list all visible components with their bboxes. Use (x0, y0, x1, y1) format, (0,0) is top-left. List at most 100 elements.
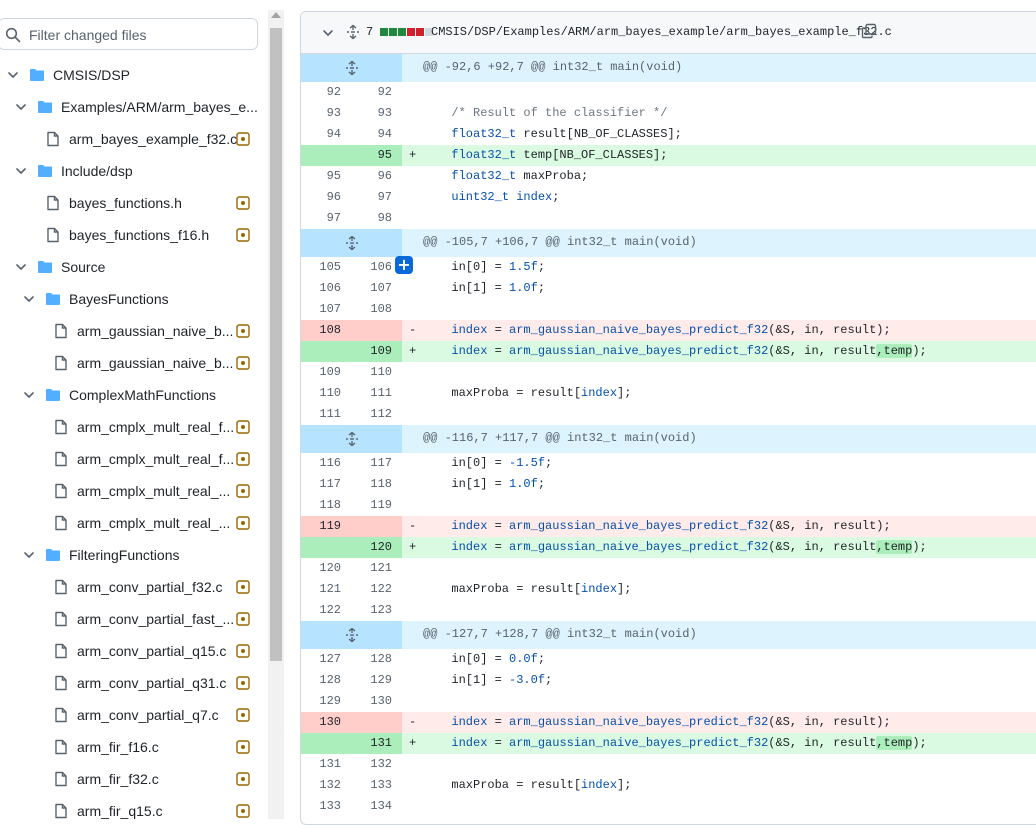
tree-file[interactable]: arm_cmplx_mult_real_f... (0, 411, 268, 443)
new-line-number[interactable]: 121 (352, 558, 392, 579)
new-line-number[interactable]: 133 (352, 775, 392, 796)
diff-line-context[interactable]: 131 132 (301, 754, 1036, 775)
old-line-number[interactable]: 106 (301, 278, 341, 299)
unfold-icon[interactable] (344, 627, 360, 643)
tree-file[interactable]: arm_conv_partial_fast_... (0, 603, 268, 635)
diff-line-context[interactable]: 118 119 (301, 495, 1036, 516)
diff-line-context[interactable]: 110 111 maxProba = result[index]; (301, 383, 1036, 404)
new-line-number[interactable]: 107 (352, 278, 392, 299)
new-line-number[interactable]: 120 (352, 537, 392, 558)
tree-file[interactable]: arm_fir_f32.c (0, 763, 268, 795)
diff-line-context[interactable]: 94 94 float32_t result[NB_OF_CLASSES]; (301, 124, 1036, 145)
unfold-icon[interactable] (345, 24, 361, 40)
old-line-number[interactable]: 118 (301, 495, 341, 516)
new-line-number[interactable]: 123 (352, 600, 392, 621)
chevron-down-icon[interactable] (14, 100, 28, 114)
chevron-down-icon[interactable] (22, 548, 36, 562)
tree-folder[interactable]: CMSIS/DSP (0, 59, 268, 91)
copy-icon[interactable] (861, 23, 877, 39)
tree-folder[interactable]: Include/dsp (0, 155, 268, 187)
diff-line-addition[interactable]: 131 + index = arm_gaussian_naive_bayes_pr… (301, 733, 1036, 754)
scroll-up-arrow-icon[interactable] (271, 12, 281, 18)
tree-file[interactable]: arm_fir_f16.c (0, 731, 268, 763)
diff-line-context[interactable]: 127 128 in[0] = 0.0f; (301, 649, 1036, 670)
old-line-number[interactable]: 94 (301, 124, 341, 145)
new-line-number[interactable]: 110 (352, 362, 392, 383)
scrollbar-thumb[interactable] (270, 28, 282, 661)
old-line-number[interactable]: 131 (301, 754, 341, 775)
new-line-number[interactable]: 130 (352, 691, 392, 712)
chevron-down-icon[interactable] (14, 164, 28, 178)
old-line-number[interactable]: 116 (301, 453, 341, 474)
new-line-number[interactable]: 134 (352, 796, 392, 817)
unfold-icon[interactable] (344, 431, 360, 447)
new-line-number[interactable]: 129 (352, 670, 392, 691)
tree-folder[interactable]: Source (0, 251, 268, 283)
new-line-number[interactable]: 109 (352, 341, 392, 362)
old-line-number[interactable]: 107 (301, 299, 341, 320)
file-path[interactable]: CMSIS/DSP/Examples/ARM/arm_bayes_example… (431, 25, 892, 39)
tree-file[interactable]: arm_fir_q15.c (0, 795, 268, 819)
new-line-number[interactable]: 94 (352, 124, 392, 145)
new-line-number[interactable]: 112 (352, 404, 392, 425)
new-line-number[interactable]: 131 (352, 733, 392, 754)
new-line-number[interactable]: 111 (352, 383, 392, 404)
new-line-number[interactable]: 122 (352, 579, 392, 600)
new-line-number[interactable]: 108 (352, 299, 392, 320)
tree-folder[interactable]: BayesFunctions (0, 283, 268, 315)
old-line-number[interactable]: 117 (301, 474, 341, 495)
tree-folder[interactable]: Examples/ARM/arm_bayes_e... (0, 91, 268, 123)
chevron-down-icon[interactable] (321, 26, 335, 40)
old-line-number[interactable]: 109 (301, 362, 341, 383)
new-line-number[interactable]: 132 (352, 754, 392, 775)
tree-file[interactable]: arm_conv_partial_q7.c (0, 699, 268, 731)
diff-line-context[interactable]: 96 97 uint32_t index; (301, 187, 1036, 208)
diff-line-context[interactable]: 109 110 (301, 362, 1036, 383)
new-line-number[interactable]: 93 (352, 103, 392, 124)
old-line-number[interactable]: 120 (301, 558, 341, 579)
diff-line-context[interactable]: 97 98 (301, 208, 1036, 229)
filter-files-field[interactable] (0, 18, 258, 50)
old-line-number[interactable]: 111 (301, 404, 341, 425)
new-line-number[interactable]: 117 (352, 453, 392, 474)
new-line-number[interactable]: 106 (352, 257, 392, 278)
diff-line-context[interactable]: 111 112 (301, 404, 1036, 425)
chevron-down-icon[interactable] (22, 388, 36, 402)
old-line-number[interactable]: 127 (301, 649, 341, 670)
diff-line-addition[interactable]: 120 + index = arm_gaussian_naive_bayes_pr… (301, 537, 1036, 558)
old-line-number[interactable]: 119 (301, 516, 341, 537)
tree-file[interactable]: arm_cmplx_mult_real_... (0, 475, 268, 507)
new-line-number[interactable]: 119 (352, 495, 392, 516)
tree-file[interactable]: bayes_functions.h (0, 187, 268, 219)
tree-file[interactable]: arm_bayes_example_f32.c (0, 123, 268, 155)
old-line-number[interactable]: 105 (301, 257, 341, 278)
old-line-number[interactable]: 132 (301, 775, 341, 796)
old-line-number[interactable]: 97 (301, 208, 341, 229)
diff-line-deletion[interactable]: 108 - index = arm_gaussian_naive_bayes_pr… (301, 320, 1036, 341)
tree-folder[interactable]: ComplexMathFunctions (0, 379, 268, 411)
tree-folder[interactable]: FilteringFunctions (0, 539, 268, 571)
diff-line-context[interactable]: 132 133 maxProba = result[index]; (301, 775, 1036, 796)
tree-file[interactable]: arm_cmplx_mult_real_... (0, 507, 268, 539)
new-line-number[interactable]: 95 (352, 145, 392, 166)
chevron-down-icon[interactable] (22, 292, 36, 306)
old-line-number[interactable]: 95 (301, 166, 341, 187)
sidebar-scrollbar[interactable] (268, 10, 284, 819)
diff-line-context[interactable]: 95 96 float32_t maxProba; (301, 166, 1036, 187)
diff-line-context[interactable]: 133 134 (301, 796, 1036, 817)
diff-line-context[interactable]: 129 130 (301, 691, 1036, 712)
new-line-number[interactable]: 96 (352, 166, 392, 187)
diff-line-context[interactable]: 121 122 maxProba = result[index]; (301, 579, 1036, 600)
old-line-number[interactable]: 122 (301, 600, 341, 621)
new-line-number[interactable]: 118 (352, 474, 392, 495)
old-line-number[interactable]: 93 (301, 103, 341, 124)
tree-file[interactable]: arm_cmplx_mult_real_f... (0, 443, 268, 475)
old-line-number[interactable]: 130 (301, 712, 341, 733)
old-line-number[interactable]: 133 (301, 796, 341, 817)
diff-line-context[interactable]: 122 123 (301, 600, 1036, 621)
new-line-number[interactable]: 92 (352, 82, 392, 103)
tree-file[interactable]: bayes_functions_f16.h (0, 219, 268, 251)
add-comment-button[interactable]: + (395, 256, 413, 274)
diff-line-addition[interactable]: 109 + index = arm_gaussian_naive_bayes_pr… (301, 341, 1036, 362)
diff-line-context[interactable]: 116 117 in[0] = -1.5f; (301, 453, 1036, 474)
